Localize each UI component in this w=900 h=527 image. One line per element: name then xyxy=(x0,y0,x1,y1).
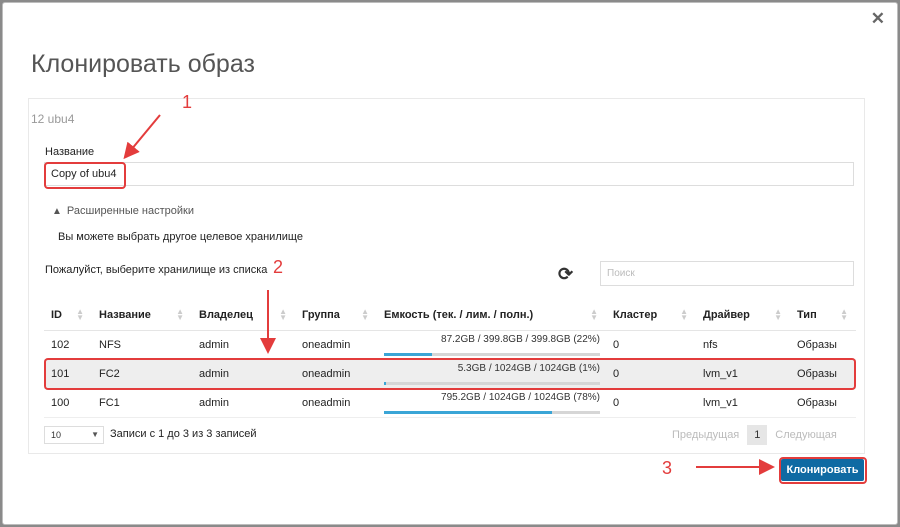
annotation-arrow-1 xyxy=(123,114,161,160)
annotation-arrows xyxy=(123,114,775,475)
